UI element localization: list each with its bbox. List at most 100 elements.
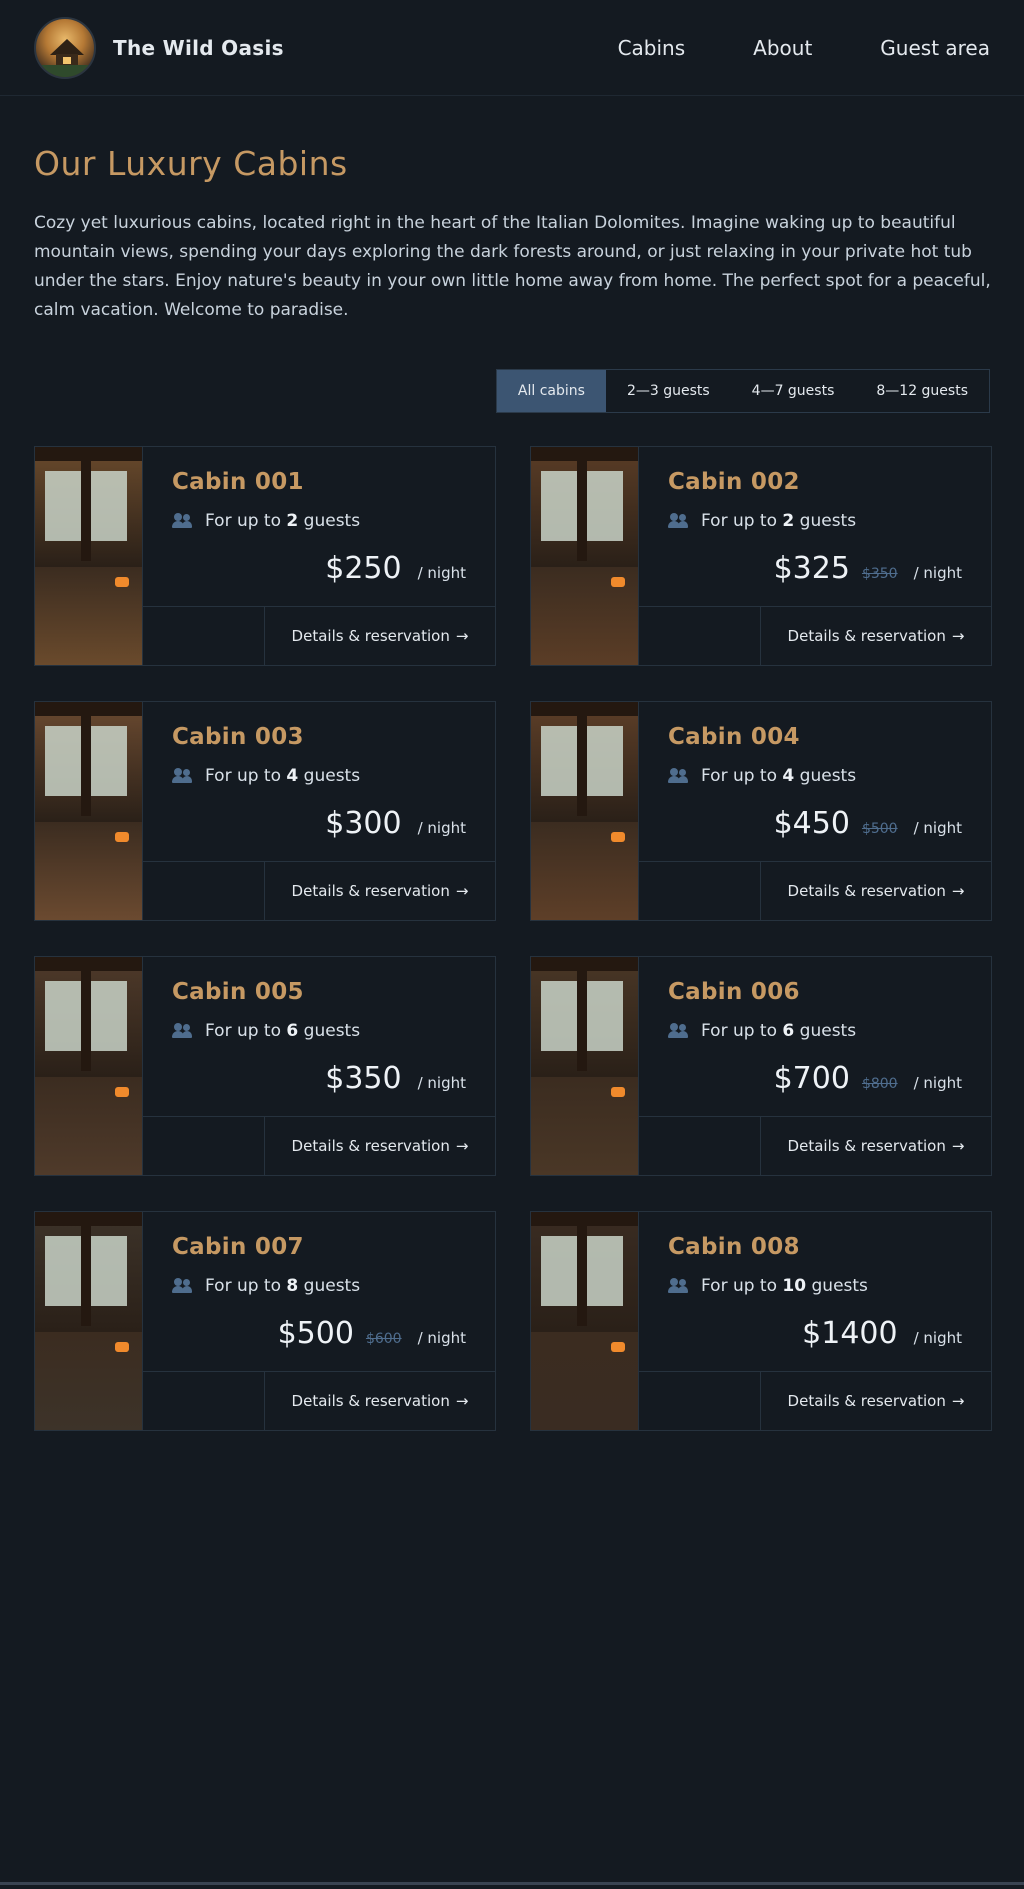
- capacity-count: 2: [782, 511, 795, 531]
- nav-about[interactable]: About: [753, 36, 812, 60]
- nav-cabins[interactable]: Cabins: [618, 36, 686, 60]
- main-content: Our Luxury Cabins Cozy yet luxurious cab…: [0, 144, 1024, 1431]
- cabin-grid: Cabin 001 For up to 2 guests $250 / nigh…: [34, 446, 992, 1431]
- cabin-price-row: $325 $350 / night: [774, 551, 962, 586]
- cabin-photo: [35, 702, 143, 920]
- per-night-label: / night: [913, 564, 962, 582]
- cabin-body: Cabin 007 For up to 8 guests $500 $600 /…: [143, 1212, 495, 1430]
- capacity-prefix: For up to: [205, 766, 282, 786]
- details-reservation-link[interactable]: Details & reservation →: [760, 862, 991, 920]
- cabin-name: Cabin 005: [172, 979, 304, 1005]
- per-night-label: / night: [913, 1074, 962, 1092]
- capacity-text: For up to 6 guests: [701, 1021, 856, 1041]
- intro-text: Cozy yet luxurious cabins, located right…: [34, 213, 991, 320]
- details-label: Details & reservation: [787, 882, 946, 900]
- filter-2-3-guests[interactable]: 2—3 guests: [606, 370, 731, 412]
- cabin-price-row: $1400 / night: [802, 1316, 962, 1351]
- cabin-capacity: For up to 4 guests: [172, 766, 466, 786]
- details-reservation-link[interactable]: Details & reservation →: [264, 862, 495, 920]
- cabin-capacity: For up to 10 guests: [668, 1276, 962, 1296]
- details-reservation-link[interactable]: Details & reservation →: [760, 607, 991, 665]
- per-night-label: / night: [913, 1329, 962, 1347]
- arrow-right-icon: →: [951, 882, 965, 900]
- cabin-price-row: $700 $800 / night: [774, 1061, 962, 1096]
- cabin-name: Cabin 001: [172, 469, 304, 495]
- capacity-text: For up to 2 guests: [701, 511, 856, 531]
- capacity-text: For up to 4 guests: [205, 766, 360, 786]
- cabin-price-row: $450 $500 / night: [774, 806, 962, 841]
- users-icon: [172, 1278, 192, 1294]
- details-label: Details & reservation: [291, 627, 450, 645]
- cabin-card: Cabin 007 For up to 8 guests $500 $600 /…: [34, 1211, 496, 1431]
- details-label: Details & reservation: [291, 882, 450, 900]
- cabin-price: $350: [325, 1061, 402, 1096]
- cabin-footer: Details & reservation →: [143, 1117, 495, 1175]
- cabin-card: Cabin 005 For up to 6 guests $350 / nigh…: [34, 956, 496, 1176]
- arrow-right-icon: →: [455, 1392, 469, 1410]
- arrow-right-icon: →: [951, 1392, 965, 1410]
- page-bottom-divider: [0, 1882, 1024, 1885]
- cabin-info: Cabin 007 For up to 8 guests $500 $600 /…: [143, 1212, 495, 1372]
- cabin-old-price: $500: [861, 821, 898, 837]
- main-nav: Cabins About Guest area: [618, 36, 990, 60]
- filter-8-12-guests[interactable]: 8—12 guests: [855, 370, 989, 412]
- cabin-name: Cabin 008: [668, 1234, 800, 1260]
- cabin-card: Cabin 008 For up to 10 guests $1400 / ni…: [530, 1211, 992, 1431]
- cabin-price: $1400: [802, 1316, 898, 1351]
- capacity-prefix: For up to: [205, 1276, 282, 1296]
- cabin-price-row: $300 / night: [325, 806, 466, 841]
- filter-row: All cabins 2—3 guests 4—7 guests 8—12 gu…: [34, 369, 990, 413]
- capacity-count: 4: [782, 766, 795, 786]
- filter-all-cabins[interactable]: All cabins: [496, 370, 606, 412]
- capacity-text: For up to 8 guests: [205, 1276, 360, 1296]
- users-icon: [172, 768, 192, 784]
- cabin-card: Cabin 001 For up to 2 guests $250 / nigh…: [34, 446, 496, 666]
- capacity-count: 4: [286, 766, 299, 786]
- capacity-filter: All cabins 2—3 guests 4—7 guests 8—12 gu…: [495, 369, 990, 413]
- cabin-info: Cabin 002 For up to 2 guests $325 $350 /…: [639, 447, 991, 607]
- brand-link[interactable]: The Wild Oasis: [34, 16, 284, 79]
- cabin-price: $500: [277, 1316, 354, 1351]
- cabin-capacity: For up to 2 guests: [172, 511, 466, 531]
- capacity-prefix: For up to: [205, 1021, 282, 1041]
- capacity-prefix: For up to: [701, 766, 778, 786]
- capacity-prefix: For up to: [701, 511, 778, 531]
- cabin-card: Cabin 006 For up to 6 guests $700 $800 /…: [530, 956, 992, 1176]
- details-reservation-link[interactable]: Details & reservation →: [264, 1117, 495, 1175]
- arrow-right-icon: →: [455, 1137, 469, 1155]
- cabin-footer: Details & reservation →: [639, 1372, 991, 1430]
- cabin-body: Cabin 008 For up to 10 guests $1400 / ni…: [639, 1212, 991, 1430]
- cabin-name: Cabin 004: [668, 724, 800, 750]
- cabin-body: Cabin 002 For up to 2 guests $325 $350 /…: [639, 447, 991, 665]
- filter-4-7-guests[interactable]: 4—7 guests: [731, 370, 856, 412]
- cabin-info: Cabin 004 For up to 4 guests $450 $500 /…: [639, 702, 991, 862]
- cabin-info: Cabin 001 For up to 2 guests $250 / nigh…: [143, 447, 495, 607]
- capacity-suffix: guests: [799, 511, 857, 531]
- capacity-count: 8: [286, 1276, 299, 1296]
- per-night-label: / night: [417, 819, 466, 837]
- details-reservation-link[interactable]: Details & reservation →: [760, 1117, 991, 1175]
- details-label: Details & reservation: [787, 1392, 946, 1410]
- cabin-photo: [35, 957, 143, 1175]
- capacity-suffix: guests: [303, 766, 361, 786]
- users-icon: [668, 1023, 688, 1039]
- details-reservation-link[interactable]: Details & reservation →: [264, 1372, 495, 1430]
- capacity-suffix: guests: [303, 511, 361, 531]
- cabin-footer: Details & reservation →: [639, 607, 991, 665]
- capacity-prefix: For up to: [701, 1276, 778, 1296]
- cabin-old-price: $600: [365, 1331, 402, 1347]
- cabin-price: $325: [773, 551, 850, 586]
- cabin-price: $300: [325, 806, 402, 841]
- cabin-price: $450: [773, 806, 850, 841]
- users-icon: [668, 513, 688, 529]
- cabin-body: Cabin 005 For up to 6 guests $350 / nigh…: [143, 957, 495, 1175]
- cabin-capacity: For up to 4 guests: [668, 766, 962, 786]
- brand-name: The Wild Oasis: [113, 35, 284, 60]
- nav-guest-area[interactable]: Guest area: [880, 36, 990, 60]
- per-night-label: / night: [417, 564, 466, 582]
- capacity-prefix: For up to: [701, 1021, 778, 1041]
- capacity-count: 2: [286, 511, 299, 531]
- cabin-body: Cabin 003 For up to 4 guests $300 / nigh…: [143, 702, 495, 920]
- details-reservation-link[interactable]: Details & reservation →: [264, 607, 495, 665]
- details-reservation-link[interactable]: Details & reservation →: [760, 1372, 991, 1430]
